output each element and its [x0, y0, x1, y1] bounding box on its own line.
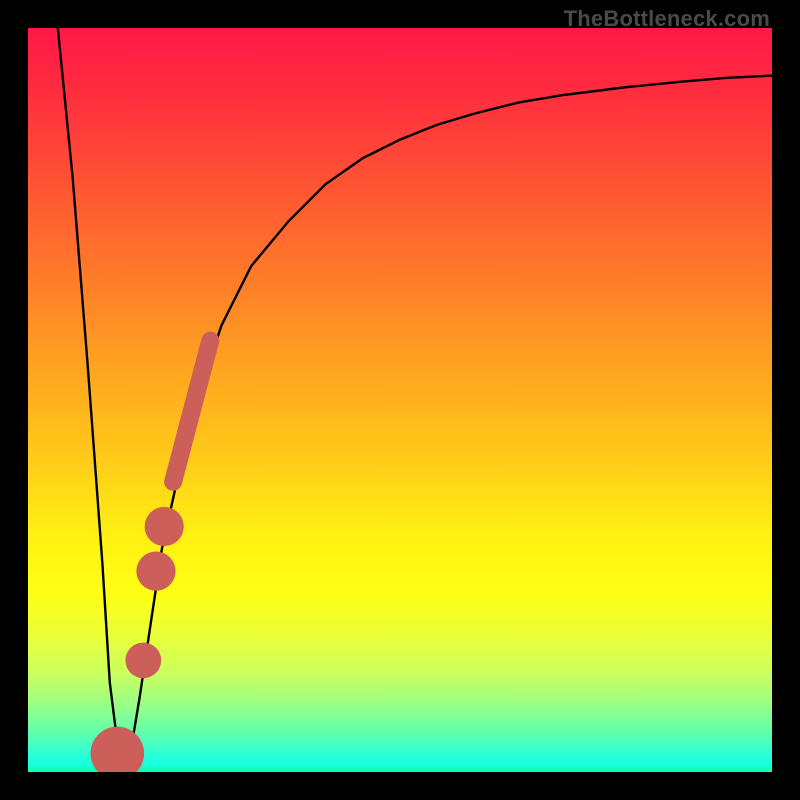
watermark-text: TheBottleneck.com: [564, 6, 770, 32]
marker-layer: [91, 341, 211, 773]
highlight-dot-mid: [145, 507, 184, 546]
plot-area: [28, 28, 772, 772]
bottleneck-curve: [58, 28, 772, 757]
chart-frame: TheBottleneck.com: [0, 0, 800, 800]
curve-layer: [58, 28, 772, 757]
highlight-dot-lower-2: [125, 643, 161, 679]
valley-dot: [91, 727, 145, 772]
highlight-segment-upper: [173, 341, 210, 482]
highlight-dot-lower-1: [136, 552, 175, 591]
chart-svg: [28, 28, 772, 772]
